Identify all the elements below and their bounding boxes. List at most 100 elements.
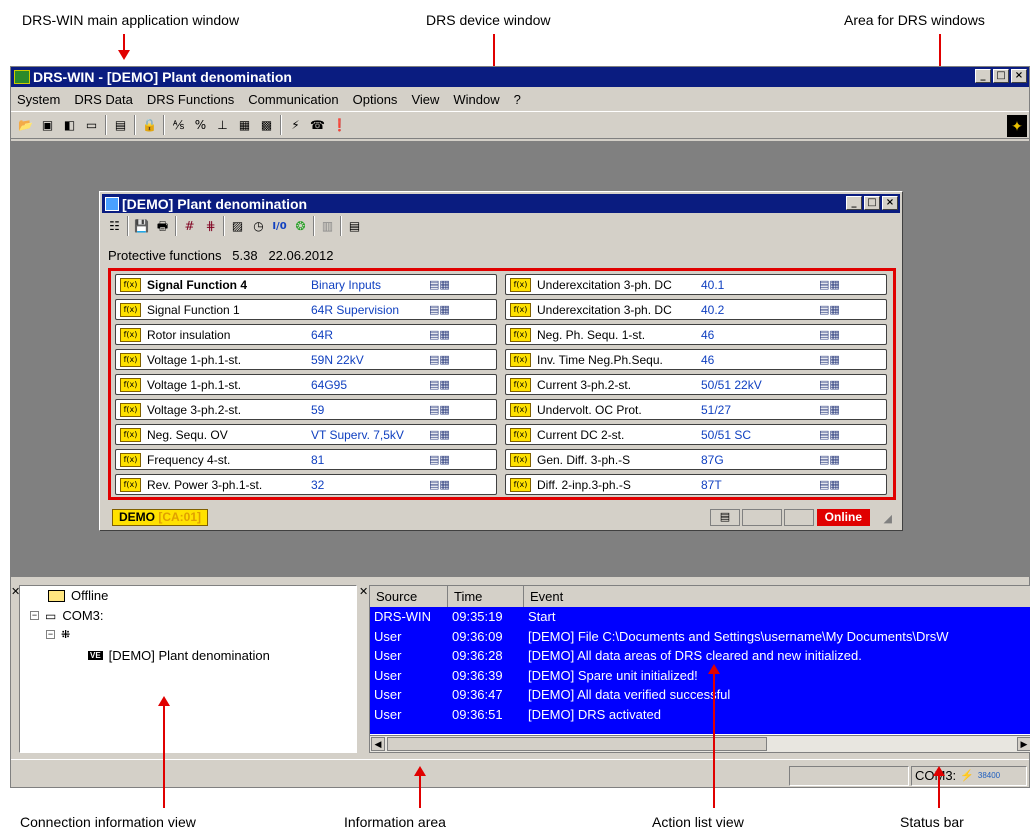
function-badge-icon[interactable]: f(x) <box>120 327 141 342</box>
scroll-right-icon[interactable]: ▶ <box>1017 737 1030 751</box>
compare2-icon[interactable]: ▩ <box>258 117 275 134</box>
function-badge-icon[interactable]: f(x) <box>120 452 141 467</box>
action-row[interactable]: DRS-WIN 09:35:19 Start <box>370 607 1030 627</box>
signal-icon[interactable]: ❗ <box>331 117 348 134</box>
record-icon[interactable]: ▥ <box>319 218 336 235</box>
menu-options[interactable]: Options <box>353 92 398 107</box>
print-icon[interactable]: 🖶 <box>154 218 171 235</box>
function-row[interactable]: f(x) Diff. 2-inp.3-ph.-S 87T ▤▦ <box>505 474 887 495</box>
function-detail-icon[interactable]: ▤▦ <box>429 428 450 441</box>
action-row[interactable]: User 09:36:47 [DEMO] All data verified suc… <box>370 685 1030 705</box>
save-icon[interactable]: 💾 <box>133 218 150 235</box>
function-row[interactable]: f(x) Underexcitation 3-ph. DC 40.1 ▤▦ <box>505 274 887 295</box>
report-icon[interactable]: ▤ <box>346 218 363 235</box>
connect-icon[interactable]: ⚡ <box>287 117 304 134</box>
action-row[interactable]: User 09:36:09 [DEMO] File C:\Documents and… <box>370 627 1030 647</box>
function-row[interactable]: f(x) Inv. Time Neg.Ph.Sequ. 46 ▤▦ <box>505 349 887 370</box>
function-badge-icon[interactable]: f(x) <box>120 477 141 492</box>
function-badge-icon[interactable]: f(x) <box>510 452 531 467</box>
function-detail-icon[interactable]: ▤▦ <box>819 378 840 391</box>
function-detail-icon[interactable]: ▤▦ <box>429 328 450 341</box>
open-folder-icon[interactable]: 📂 <box>17 117 34 134</box>
action-row[interactable]: User 09:36:51 [DEMO] DRS activated <box>370 705 1030 725</box>
function-row[interactable]: f(x) Rotor insulation 64R ▤▦ <box>115 324 497 345</box>
collapse-icon[interactable]: − <box>30 611 39 620</box>
compare-icon[interactable]: ▦ <box>236 117 253 134</box>
menu-drs-data[interactable]: DRS Data <box>74 92 133 107</box>
function-detail-icon[interactable]: ▤▦ <box>429 353 450 366</box>
function-detail-icon[interactable]: ▤▦ <box>429 303 450 316</box>
tree-com3[interactable]: − ▭ COM3: <box>30 608 104 623</box>
tree-offline[interactable]: Offline <box>48 588 108 603</box>
action-row[interactable]: User 09:36:39 [DEMO] Spare unit initialize… <box>370 666 1030 686</box>
function-detail-icon[interactable]: ▤▦ <box>429 403 450 416</box>
action-pane-close-icon[interactable]: ✕ <box>359 585 368 598</box>
function-detail-icon[interactable]: ▤▦ <box>429 378 450 391</box>
percent-icon[interactable]: % <box>192 117 209 134</box>
function-badge-icon[interactable]: f(x) <box>120 277 141 292</box>
function-badge-icon[interactable]: f(x) <box>120 302 141 317</box>
function-detail-icon[interactable]: ▤▦ <box>819 428 840 441</box>
menu-view[interactable]: View <box>411 92 439 107</box>
folder-icon[interactable]: ▭ <box>83 117 100 134</box>
database-icon[interactable]: ◧ <box>61 117 78 134</box>
horizontal-scrollbar[interactable]: ◀ ▶ <box>370 735 1030 752</box>
function-detail-icon[interactable]: ▤▦ <box>429 478 450 491</box>
menu-help[interactable]: ? <box>514 92 521 107</box>
minimize-button[interactable]: _ <box>975 69 991 83</box>
function-badge-icon[interactable]: f(x) <box>120 352 141 367</box>
function-badge-icon[interactable]: f(x) <box>120 377 141 392</box>
col-time[interactable]: Time <box>448 586 524 607</box>
function-badge-icon[interactable]: f(x) <box>510 402 531 417</box>
function-row[interactable]: f(x) Neg. Ph. Sequ. 1-st. 46 ▤▦ <box>505 324 887 345</box>
function-row[interactable]: f(x) Current 3-ph.2-st. 50/51 22kV ▤▦ <box>505 374 887 395</box>
function-row[interactable]: f(x) Frequency 4-st. 81 ▤▦ <box>115 449 497 470</box>
function-row[interactable]: f(x) Voltage 1-ph.1-st. 59N 22kV ▤▦ <box>115 349 497 370</box>
maximize-button[interactable]: □ <box>993 69 1009 83</box>
function-detail-icon[interactable]: ▤▦ <box>819 303 840 316</box>
function-row[interactable]: f(x) Rev. Power 3-ph.1-st. 32 ▤▦ <box>115 474 497 495</box>
window-icon[interactable]: ▤ <box>112 117 129 134</box>
function-badge-icon[interactable]: f(x) <box>510 352 531 367</box>
tree-network[interactable]: − ⁜ <box>46 628 70 641</box>
tree-icon[interactable]: ☷ <box>106 218 123 235</box>
scroll-left-icon[interactable]: ◀ <box>371 737 385 751</box>
function-badge-icon[interactable]: f(x) <box>120 402 141 417</box>
function-badge-icon[interactable]: f(x) <box>510 277 531 292</box>
device-minimize-button[interactable]: _ <box>846 196 862 210</box>
function-detail-icon[interactable]: ▤▦ <box>819 403 840 416</box>
menu-drs-functions[interactable]: DRS Functions <box>147 92 234 107</box>
function-row[interactable]: f(x) Signal Function 1 64R Supervision ▤▦ <box>115 299 497 320</box>
function-badge-icon[interactable]: f(x) <box>120 427 141 442</box>
protection-icon[interactable]: ⊥ <box>214 117 231 134</box>
function-badge-icon[interactable]: f(x) <box>510 302 531 317</box>
function-row[interactable]: f(x) Underexcitation 3-ph. DC 40.2 ▤▦ <box>505 299 887 320</box>
io-icon[interactable]: I/0 <box>271 218 288 235</box>
matrix2-icon[interactable]: ⋕ <box>202 218 219 235</box>
function-badge-icon[interactable]: f(x) <box>510 477 531 492</box>
function-detail-icon[interactable]: ▤▦ <box>819 278 840 291</box>
display-icon[interactable]: ▨ <box>229 218 246 235</box>
function-detail-icon[interactable]: ▤▦ <box>819 328 840 341</box>
tree-device[interactable]: VE [DEMO] Plant denomination <box>88 648 270 663</box>
clock-icon[interactable]: ◷ <box>250 218 267 235</box>
function-row[interactable]: f(x) Voltage 1-ph.1-st. 64G95 ▤▦ <box>115 374 497 395</box>
function-row[interactable]: f(x) Neg. Sequ. OV VT Superv. 7,5kV ▤▦ <box>115 424 497 445</box>
device-maximize-button[interactable]: □ <box>864 196 880 210</box>
phone-icon[interactable]: ☎ <box>309 117 326 134</box>
function-detail-icon[interactable]: ▤▦ <box>819 478 840 491</box>
menu-communication[interactable]: Communication <box>248 92 338 107</box>
close-button[interactable]: × <box>1011 69 1027 83</box>
function-detail-icon[interactable]: ▤▦ <box>819 353 840 366</box>
function-row[interactable]: f(x) Current DC 2-st. 50/51 SC ▤▦ <box>505 424 887 445</box>
function-row[interactable]: f(x) Voltage 3-ph.2-st. 59 ▤▦ <box>115 399 497 420</box>
function-badge-icon[interactable]: f(x) <box>510 327 531 342</box>
menu-system[interactable]: System <box>17 92 60 107</box>
function-row[interactable]: f(x) Gen. Diff. 3-ph.-S 87G ▤▦ <box>505 449 887 470</box>
function-detail-icon[interactable]: ▤▦ <box>819 453 840 466</box>
function-badge-icon[interactable]: f(x) <box>510 427 531 442</box>
menu-window[interactable]: Window <box>453 92 499 107</box>
device-close-button[interactable]: × <box>882 196 898 210</box>
matrix-icon[interactable]: # <box>181 218 198 235</box>
function-badge-icon[interactable]: f(x) <box>510 377 531 392</box>
